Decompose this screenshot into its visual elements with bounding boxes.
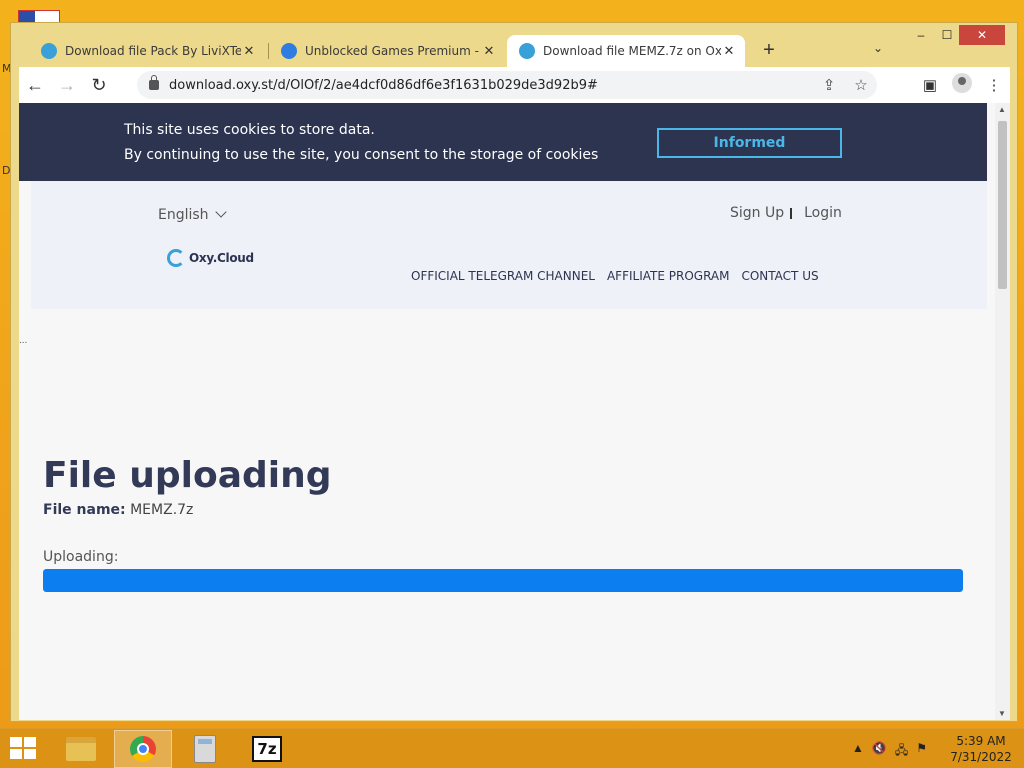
nav-affiliate-program[interactable]: AFFILIATE PROGRAM: [607, 269, 730, 283]
language-selector[interactable]: English: [158, 206, 227, 223]
oxy-favicon-icon: [519, 43, 535, 59]
file-name-value: MEMZ.7z: [130, 502, 194, 518]
browser-window: Download file Pack By LiviXTeam ✕ Unbloc…: [10, 22, 1018, 722]
logo-text: Oxy.Cloud: [189, 251, 254, 265]
stray-dots: ...: [19, 335, 28, 346]
taskbar: 7z ▲ 🔇 🖧 ⚑ 5:39 AM 7/31/2022: [0, 728, 1024, 768]
volume-muted-icon[interactable]: 🔇: [872, 741, 887, 762]
cookie-text-line2: By continuing to use the site, you conse…: [124, 147, 599, 163]
page-viewport: This site uses cookies to store data. By…: [19, 103, 995, 720]
forward-arrow-icon[interactable]: →: [51, 69, 83, 101]
back-arrow-icon[interactable]: ←: [19, 69, 51, 101]
chrome-icon[interactable]: [114, 730, 172, 768]
share-icon[interactable]: ⇪: [813, 76, 845, 94]
cookie-banner: This site uses cookies to store data. By…: [19, 103, 987, 181]
network-icon[interactable]: 🖧: [895, 741, 908, 762]
auth-links: Sign Up Login: [730, 205, 842, 221]
calculator-icon[interactable]: [176, 730, 234, 768]
file-explorer-icon[interactable]: [52, 730, 110, 768]
show-hidden-icons-icon[interactable]: ▲: [852, 741, 864, 762]
site-header: English Sign Up Login Oxy.Cloud OFFICIAL…: [31, 181, 987, 309]
address-bar[interactable]: download.oxy.st/d/OlOf/2/ae4dcf0d86df6e3…: [137, 71, 877, 99]
side-panel-icon[interactable]: ▣: [914, 76, 946, 94]
divider: [790, 207, 793, 219]
tab-close-icon[interactable]: ✕: [721, 44, 737, 59]
maximize-button[interactable]: ☐: [933, 25, 961, 45]
scrollbar-thumb[interactable]: [998, 121, 1007, 289]
close-window-button[interactable]: ✕: [959, 25, 1005, 45]
nav-telegram-channel[interactable]: OFFICIAL TELEGRAM CHANNEL: [411, 269, 595, 283]
tab-title: Download file MEMZ.7z on Oxy.C: [543, 44, 721, 58]
chevron-down-icon: [214, 206, 227, 218]
tab-search-chevron-icon[interactable]: ⌄: [873, 41, 883, 55]
upload-progress-fill: [43, 569, 963, 592]
clock-date: 7/31/2022: [950, 750, 1012, 764]
oxy-favicon-icon: [41, 43, 57, 59]
file-name-row: File name: MEMZ.7z: [43, 502, 193, 518]
scroll-down-arrow-icon[interactable]: ▼: [998, 709, 1006, 718]
action-center-flag-icon[interactable]: ⚑: [916, 741, 927, 762]
nav-contact-us[interactable]: CONTACT US: [741, 269, 818, 283]
page-title: File uploading: [43, 455, 332, 496]
taskbar-clock[interactable]: 5:39 AM 7/31/2022: [948, 733, 1014, 765]
upload-progress-bar: [43, 569, 963, 592]
tab-title: Download file Pack By LiviXTeam: [65, 44, 241, 58]
games-favicon-icon: [281, 43, 297, 59]
7zip-icon[interactable]: 7z: [238, 730, 296, 768]
system-tray: ▲ 🔇 🖧 ⚑: [852, 741, 927, 762]
file-name-label: File name:: [43, 502, 126, 518]
windows-start-icon[interactable]: [10, 737, 38, 761]
new-tab-button[interactable]: +: [757, 39, 781, 62]
profile-avatar-icon[interactable]: [946, 73, 978, 97]
informed-button[interactable]: Informed: [657, 128, 842, 158]
tab-unblocked-games[interactable]: Unblocked Games Premium - Ro ✕: [269, 35, 505, 67]
tab-memz-active[interactable]: Download file MEMZ.7z on Oxy.C ✕: [507, 35, 745, 67]
reload-icon[interactable]: ↻: [83, 69, 115, 101]
oxy-cloud-logo-icon: [167, 249, 185, 267]
tab-close-icon[interactable]: ✕: [241, 44, 257, 59]
tab-livix[interactable]: Download file Pack By LiviXTeam ✕: [29, 35, 265, 67]
browser-toolbar: ← → ↻ download.oxy.st/d/OlOf/2/ae4dcf0d8…: [19, 67, 1010, 103]
clock-time: 5:39 AM: [956, 734, 1006, 748]
main-nav: OFFICIAL TELEGRAM CHANNEL AFFILIATE PROG…: [411, 269, 819, 283]
minimize-button[interactable]: –: [907, 25, 935, 45]
uploading-label: Uploading:: [43, 549, 119, 565]
bookmark-star-icon[interactable]: ☆: [845, 76, 877, 94]
tab-strip: Download file Pack By LiviXTeam ✕ Unbloc…: [11, 23, 1017, 67]
vertical-scrollbar[interactable]: ▲ ▼: [995, 103, 1010, 720]
lock-icon[interactable]: [149, 75, 159, 90]
scroll-up-arrow-icon[interactable]: ▲: [998, 105, 1006, 114]
language-label: English: [158, 207, 209, 223]
sign-up-link[interactable]: Sign Up: [730, 205, 784, 221]
cookie-text-line1: This site uses cookies to store data.: [124, 122, 375, 138]
url-text[interactable]: download.oxy.st/d/OlOf/2/ae4dcf0d86df6e3…: [169, 78, 598, 93]
tab-close-icon[interactable]: ✕: [481, 44, 497, 59]
login-link[interactable]: Login: [804, 205, 842, 221]
menu-kebab-icon[interactable]: ⋮: [978, 76, 1010, 94]
oxy-cloud-logo[interactable]: Oxy.Cloud: [167, 249, 254, 267]
tab-title: Unblocked Games Premium - Ro: [305, 44, 481, 58]
